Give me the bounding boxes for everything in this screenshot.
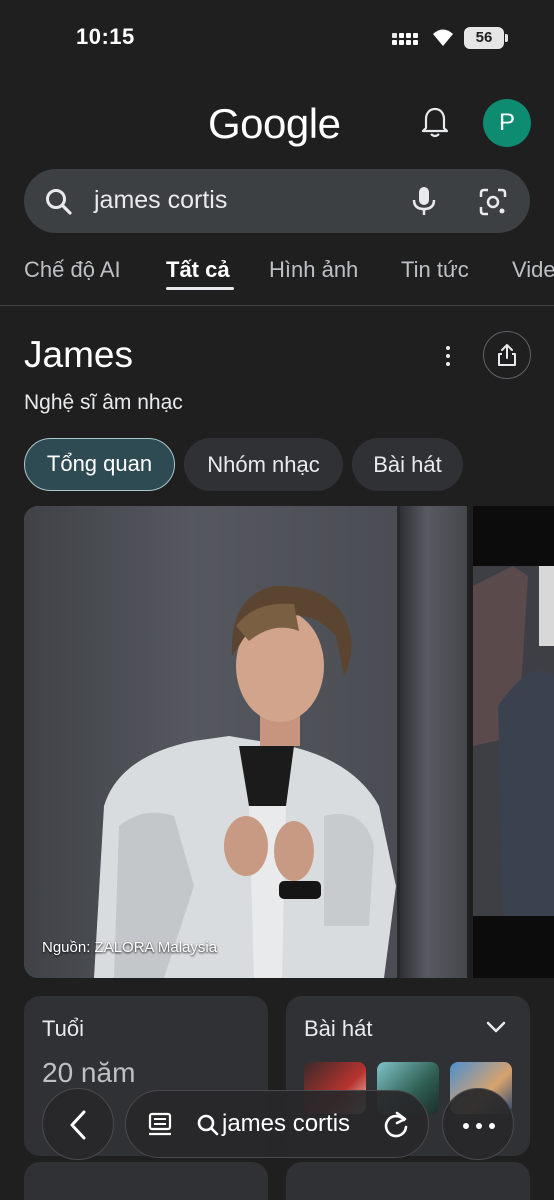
age-value: 20 năm (42, 1057, 136, 1088)
status-time: 10:15 (76, 24, 135, 49)
share-icon (498, 344, 516, 366)
share-button[interactable] (483, 331, 531, 379)
tab-news[interactable]: Tin tức (401, 257, 469, 283)
tab-images[interactable]: Hình ảnh (269, 257, 358, 283)
group-photo-illustration (473, 566, 554, 916)
person-photo-illustration (94, 585, 396, 978)
chip-overview[interactable]: Tổng quan (24, 438, 175, 491)
info-card[interactable] (24, 1162, 268, 1200)
entity-title: James (24, 334, 133, 375)
chip-songs[interactable]: Bài hát (352, 438, 463, 491)
more-horizontal-icon[interactable] (442, 1088, 514, 1160)
chevron-down-icon[interactable] (486, 1020, 506, 1034)
age-label: Tuổi (42, 1016, 84, 1041)
reload-icon[interactable] (382, 1110, 410, 1140)
cellular-signal-icon (392, 30, 420, 48)
chevron-left-icon (70, 1110, 86, 1140)
more-vert-icon[interactable] (440, 344, 456, 368)
back-button[interactable] (42, 1088, 114, 1160)
bell-icon[interactable] (420, 106, 450, 140)
lens-icon[interactable] (478, 187, 508, 217)
search-icon (197, 1114, 219, 1136)
image-source-caption: Nguồn: ZALORA Malaysia (42, 939, 218, 956)
page: 10:15 56 Google P james cortis Chế độ AI… (0, 0, 554, 1200)
address-text[interactable]: james cortis (222, 1110, 350, 1138)
songs-label: Bài hát (304, 1016, 373, 1041)
info-card[interactable] (286, 1162, 530, 1200)
chip-groups[interactable]: Nhóm nhạc (184, 438, 343, 491)
secondary-photo[interactable] (473, 506, 554, 978)
reader-icon[interactable] (146, 1111, 174, 1139)
tab-videos[interactable]: Vide (512, 257, 554, 283)
mic-icon[interactable] (410, 185, 438, 217)
tab-all[interactable]: Tất cả (166, 257, 230, 283)
address-bar[interactable]: james cortis (125, 1090, 429, 1158)
wifi-icon (433, 29, 453, 46)
search-tabs: Chế độ AI Tất cả Hình ảnh Tin tức Vide (0, 250, 554, 306)
google-logo[interactable]: Google (208, 100, 341, 148)
account-avatar[interactable]: P (483, 99, 531, 147)
search-input[interactable]: james cortis (94, 186, 227, 215)
active-tab-indicator (166, 287, 234, 290)
battery-indicator: 56 (464, 27, 508, 49)
tab-ai-mode[interactable]: Chế độ AI (24, 257, 121, 283)
search-icon (46, 189, 72, 215)
status-bar: 10:15 56 (0, 0, 554, 76)
search-bar[interactable]: james cortis (24, 169, 530, 233)
entity-subtitle: Nghệ sĩ âm nhạc (24, 391, 183, 414)
entity-photo[interactable]: Nguồn: ZALORA Malaysia (24, 506, 467, 978)
